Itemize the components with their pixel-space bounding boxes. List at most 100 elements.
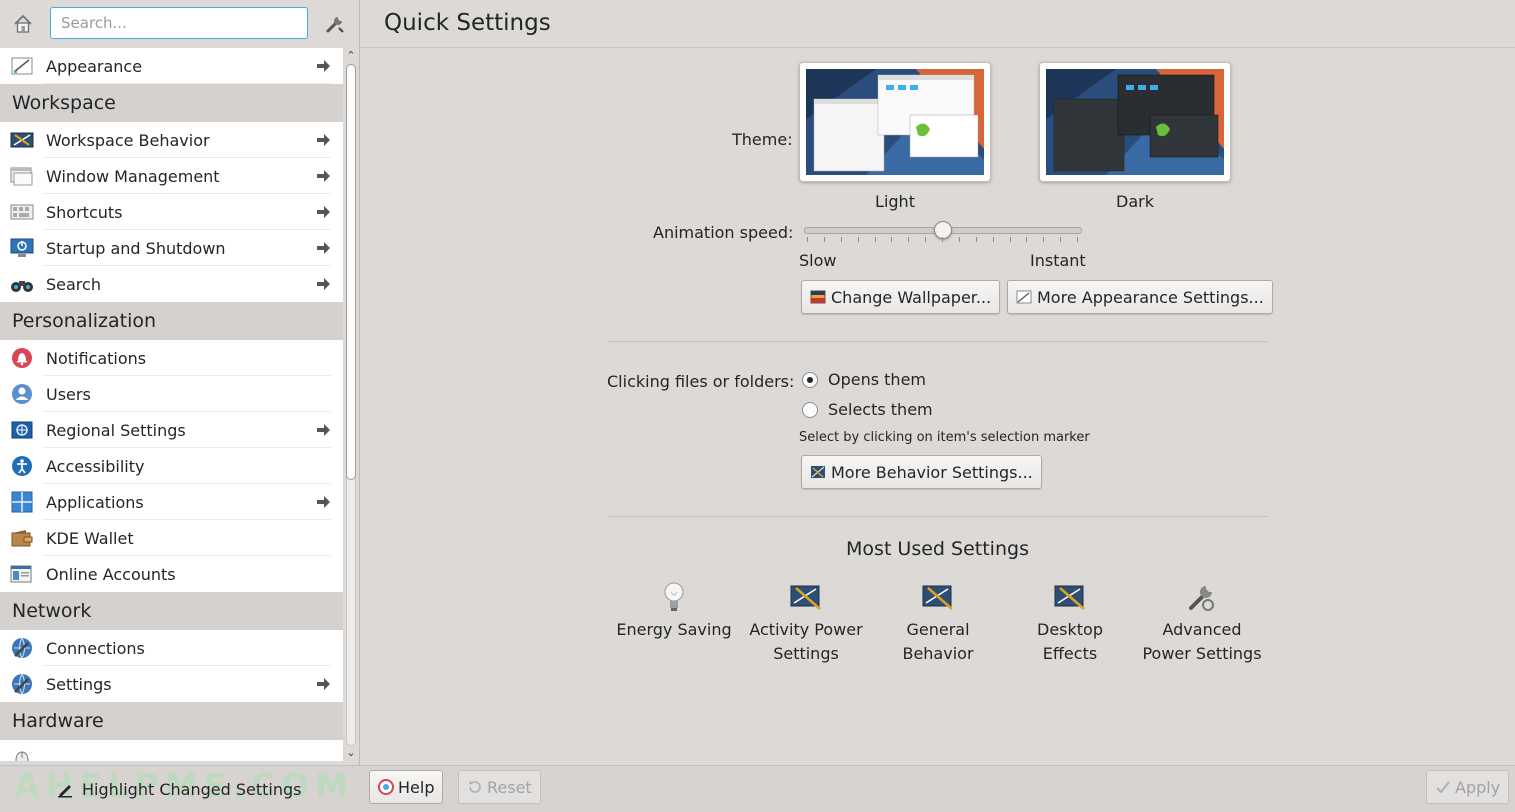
configure-button[interactable] [320,10,350,38]
slider-tick [874,237,876,242]
sidebar-item-label: Appearance [46,56,143,76]
arrow-right-icon [317,134,330,146]
sidebar-item-partially-visible[interactable] [0,740,343,761]
category-header-personalization: Personalization [0,302,343,340]
theme-dark-card[interactable] [1039,62,1231,182]
sidebar-item-label: Settings [46,674,112,694]
desktop-effects-icon [1053,580,1087,614]
most-used-energy-saving[interactable]: Energy Saving [610,580,738,642]
general-behavior-label-line2: Behavior [902,644,974,663]
slider-tick [857,237,859,242]
scrollbar-thumb[interactable] [346,64,356,480]
sidebar-item-label: Shortcuts [46,202,123,222]
section-separator [607,516,1268,517]
sidebar-scrollbar[interactable]: ⌃ ⌄ [343,48,359,761]
sidebar-item-workspace-behavior[interactable]: Workspace Behavior [0,122,343,158]
general-behavior-icon [921,580,955,614]
sidebar-item-label: Regional Settings [46,420,186,440]
page-title: Quick Settings [384,10,551,36]
scroll-down-icon[interactable]: ⌄ [345,747,357,759]
arrow-right-icon [317,206,330,218]
most-used-desktop-effects[interactable]: Desktop Effects [1006,580,1134,666]
sidebar-item-users[interactable]: Users [0,376,343,412]
reset-icon [469,781,481,793]
highlight-changed-settings-button[interactable]: Highlight Changed Settings [56,774,301,804]
most-used-general-behavior[interactable]: General Behavior [874,580,1002,666]
keyboard-icon [10,201,34,223]
arrow-right-icon [317,242,330,254]
arrow-right-icon [317,170,330,182]
most-used-advanced-power-settings[interactable]: Advanced Power Settings [1138,580,1266,666]
help-button[interactable]: Help [369,770,444,804]
sidebar-item-online-accounts[interactable]: Online Accounts [0,556,343,592]
activity-power-label-line2: Settings [773,644,839,663]
sidebar-item-search[interactable]: Search [0,266,343,302]
arrow-right-icon [317,60,330,72]
sidebar-item-appearance[interactable]: Appearance [0,48,343,84]
theme-light-card[interactable] [799,62,991,182]
online-accounts-icon [10,563,34,585]
slider-tick [925,237,927,242]
radio-unchecked-icon [802,401,818,418]
power-monitor-icon [10,237,34,259]
sidebar-item-label: Connections [46,638,145,658]
section-separator [607,341,1268,342]
slider-tick [840,237,842,242]
wallet-icon [10,527,34,549]
sidebar-item-label: Search [46,274,101,294]
lightbulb-icon [657,580,691,614]
theme-dark-label: Dark [1116,192,1154,211]
sidebar-item-shortcuts[interactable]: Shortcuts [0,194,343,230]
workspace-behavior-icon [10,129,34,151]
sidebar-item-notifications[interactable]: Notifications [0,340,343,376]
more-appearance-settings-button[interactable]: More Appearance Settings... [1007,280,1273,314]
most-used-settings-title: Most Used Settings [846,538,1029,560]
window-management-icon [10,165,34,187]
sidebar-item-regional-settings[interactable]: Regional Settings [0,412,343,448]
slider-handle[interactable] [934,221,952,239]
apply-button[interactable]: Apply [1426,770,1510,804]
sidebar-item-label: Applications [46,492,144,512]
slider-tick [1060,237,1062,242]
home-button[interactable] [8,10,38,38]
arrow-right-icon [317,496,330,508]
sidebar-item-connections[interactable]: Connections [0,630,343,666]
clicking-files-label: Clicking files or folders: [607,372,795,391]
bell-icon [10,347,34,369]
applications-icon [10,491,34,513]
sidebar-item-window-management[interactable]: Window Management [0,158,343,194]
theme-label: Theme: [732,130,793,149]
accessibility-icon [10,455,34,477]
opens-them-radio[interactable]: Opens them [802,370,926,389]
selects-them-radio[interactable]: Selects them [802,400,933,419]
sidebar-item-network-settings[interactable]: Settings [0,666,343,702]
sidebar-item-startup-shutdown[interactable]: Startup and Shutdown [0,230,343,266]
more-appearance-settings-label: More Appearance Settings... [1037,287,1264,307]
more-behavior-settings-button[interactable]: More Behavior Settings... [801,455,1042,489]
slider-tick [1077,237,1078,242]
most-used-activity-power-settings[interactable]: Activity Power Settings [742,580,870,666]
category-header-network: Network [0,592,343,630]
slider-tick [1009,237,1011,242]
reset-button[interactable]: Reset [458,770,541,804]
appearance-icon [10,55,34,77]
slider-tick [807,237,808,242]
slider-tick [891,237,893,242]
slider-tick [992,237,994,242]
arrow-right-icon [317,678,330,690]
opens-them-label: Opens them [828,370,926,389]
sidebar-item-kde-wallet[interactable]: KDE Wallet [0,520,343,556]
sidebar-item-label: Startup and Shutdown [46,238,226,258]
sidebar-item-accessibility[interactable]: Accessibility [0,448,343,484]
desktop-effects-label-line1: Desktop [1037,620,1103,639]
input-devices-icon [10,747,34,761]
sidebar-item-label: Workspace Behavior [46,130,210,150]
animation-speed-slider[interactable] [804,221,1082,250]
slider-tick [1043,237,1045,242]
slider-tick [1026,237,1028,242]
sidebar-item-label: Window Management [46,166,220,186]
sidebar-item-applications[interactable]: Applications [0,484,343,520]
change-wallpaper-button[interactable]: Change Wallpaper... [801,280,1001,314]
search-input[interactable] [50,7,308,39]
scroll-up-icon[interactable]: ⌃ [345,50,357,62]
